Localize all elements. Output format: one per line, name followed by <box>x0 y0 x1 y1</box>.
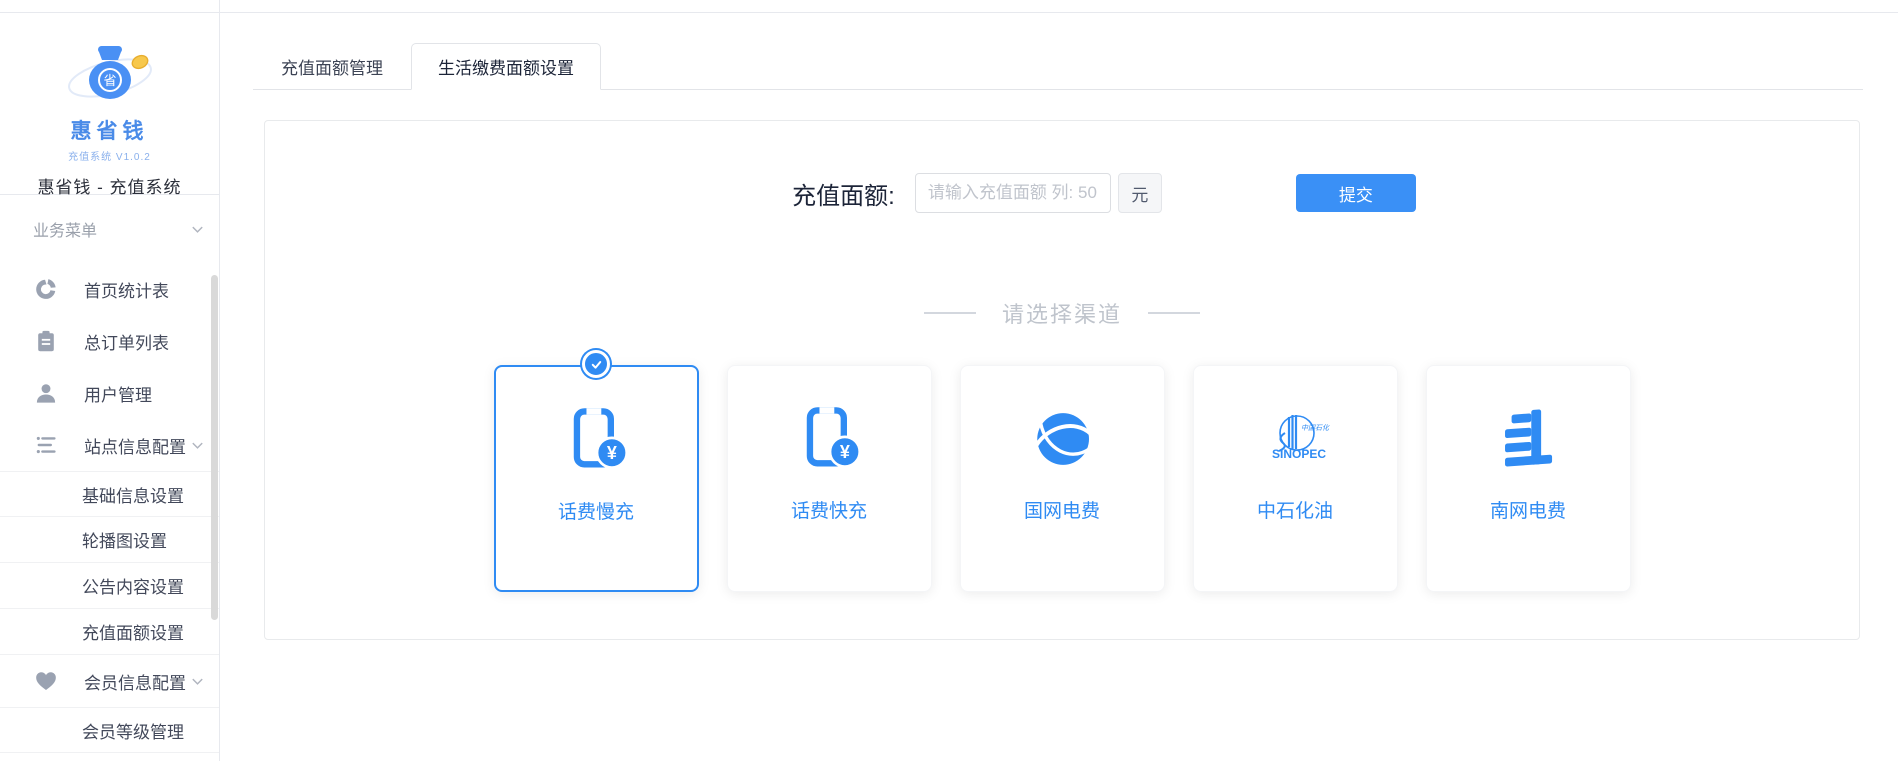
sidebar-section-label: 业务菜单 <box>33 217 97 241</box>
chevron-down-icon <box>190 222 205 237</box>
svg-text:SINOPEC: SINOPEC <box>1272 447 1326 461</box>
sidebar-item-label: 公告内容设置 <box>82 573 184 598</box>
svg-text:¥: ¥ <box>840 442 850 462</box>
sidebar-item-site-config[interactable]: 站点信息配置 <box>0 419 219 471</box>
svg-text:¥: ¥ <box>607 443 617 463</box>
sidebar-item-label: 首页统计表 <box>84 277 205 302</box>
sidebar-item-member-level[interactable]: 会员等级管理 <box>0 707 219 753</box>
sidebar-item-orders[interactable]: 总订单列表 <box>0 315 219 367</box>
sidebar-item-member-config[interactable]: 会员信息配置 <box>0 655 219 707</box>
clipboard-icon <box>34 329 58 353</box>
sidebar-item-label: 用户管理 <box>84 381 205 406</box>
channel-label: 话费慢充 <box>558 497 634 524</box>
channel-card-southern-grid[interactable]: 南网电费 <box>1426 365 1631 592</box>
check-icon <box>582 350 610 378</box>
denomination-label: 充值面额: <box>792 176 895 211</box>
channel-heading: 请选择渠道 <box>1002 297 1122 329</box>
submit-button[interactable]: 提交 <box>1296 174 1416 212</box>
content-panel: 充值面额: 元 提交 请选择渠道 <box>264 120 1860 640</box>
brand-name: 惠省钱 <box>0 115 219 145</box>
channel-cards: ¥ 话费慢充 ¥ 话费快充 <box>265 365 1859 592</box>
sidebar-item-label: 充值面额设置 <box>82 619 184 644</box>
southern-grid-icon <box>1493 400 1563 478</box>
user-icon <box>34 381 58 405</box>
pie-chart-icon <box>34 277 58 301</box>
top-divider <box>0 12 1898 13</box>
denomination-input[interactable] <box>915 173 1111 213</box>
sidebar-item-label: 轮播图设置 <box>82 527 167 552</box>
tab-recharge-denomination-management[interactable]: 充值面额管理 <box>253 43 411 89</box>
divider-dash-right <box>1148 312 1200 314</box>
channel-card-state-grid[interactable]: 国网电费 <box>960 365 1165 592</box>
logo-area: 省 惠省钱 充值系统 V1.0.2 惠省钱 - 充值系统 <box>0 0 219 195</box>
sidebar-item-carousel[interactable]: 轮播图设置 <box>0 517 219 563</box>
tab-label: 生活缴费面额设置 <box>438 54 574 79</box>
tab-bar: 充值面额管理 生活缴费面额设置 <box>253 43 1863 90</box>
sidebar-item-label: 站点信息配置 <box>84 433 190 458</box>
list-icon <box>34 433 58 457</box>
unit-suffix: 元 <box>1118 173 1162 213</box>
sidebar-item-label: 会员等级管理 <box>82 718 184 743</box>
sidebar-item-label: 基础信息设置 <box>82 482 184 507</box>
phone-recharge-icon: ¥ <box>793 400 865 478</box>
sidebar-item-label: 会员信息配置 <box>84 669 190 694</box>
tab-label: 充值面额管理 <box>281 54 383 79</box>
heart-icon <box>34 669 58 693</box>
sidebar-item-label: 总订单列表 <box>84 329 205 354</box>
sidebar-item-users[interactable]: 用户管理 <box>0 367 219 419</box>
channel-card-phone-slow[interactable]: ¥ 话费慢充 <box>494 365 699 592</box>
tab-life-payment-denomination-settings[interactable]: 生活缴费面额设置 <box>411 43 601 90</box>
channel-card-sinopec[interactable]: 中国石化 SINOPEC 中石化油 <box>1193 365 1398 592</box>
denomination-form: 充值面额: 元 提交 <box>307 173 1898 213</box>
channel-label: 南网电费 <box>1490 496 1566 523</box>
chevron-down-icon <box>190 674 205 689</box>
sidebar: 省 惠省钱 充值系统 V1.0.2 惠省钱 - 充值系统 业务菜单 首页统计表 <box>0 0 220 761</box>
money-bag-logo-icon: 省 <box>60 34 160 108</box>
main-content: 充值面额管理 生活缴费面额设置 充值面额: 元 提交 请选择渠道 <box>220 0 1898 761</box>
channel-label: 中石化油 <box>1257 496 1333 523</box>
sinopec-icon: 中国石化 SINOPEC <box>1257 400 1333 478</box>
sidebar-item-basic-info[interactable]: 基础信息设置 <box>0 471 219 517</box>
channel-label: 话费快充 <box>791 496 867 523</box>
sidebar-section-business-menu[interactable]: 业务菜单 <box>0 195 219 263</box>
svg-text:中国石化: 中国石化 <box>1301 424 1330 432</box>
chevron-down-icon <box>190 438 205 453</box>
sidebar-item-denomination[interactable]: 充值面额设置 <box>0 609 219 655</box>
svg-text:省: 省 <box>103 73 116 88</box>
divider-dash-left <box>924 312 976 314</box>
brand-tagline: 充值系统 V1.0.2 <box>0 148 219 163</box>
phone-recharge-icon: ¥ <box>560 401 632 479</box>
globe-grid-icon <box>1025 400 1099 478</box>
sidebar-item-home-stats[interactable]: 首页统计表 <box>0 263 219 315</box>
channel-divider: 请选择渠道 <box>265 297 1859 329</box>
sidebar-scrollbar[interactable] <box>211 275 218 620</box>
channel-label: 国网电费 <box>1024 496 1100 523</box>
channel-card-phone-fast[interactable]: ¥ 话费快充 <box>727 365 932 592</box>
sidebar-item-announcement[interactable]: 公告内容设置 <box>0 563 219 609</box>
